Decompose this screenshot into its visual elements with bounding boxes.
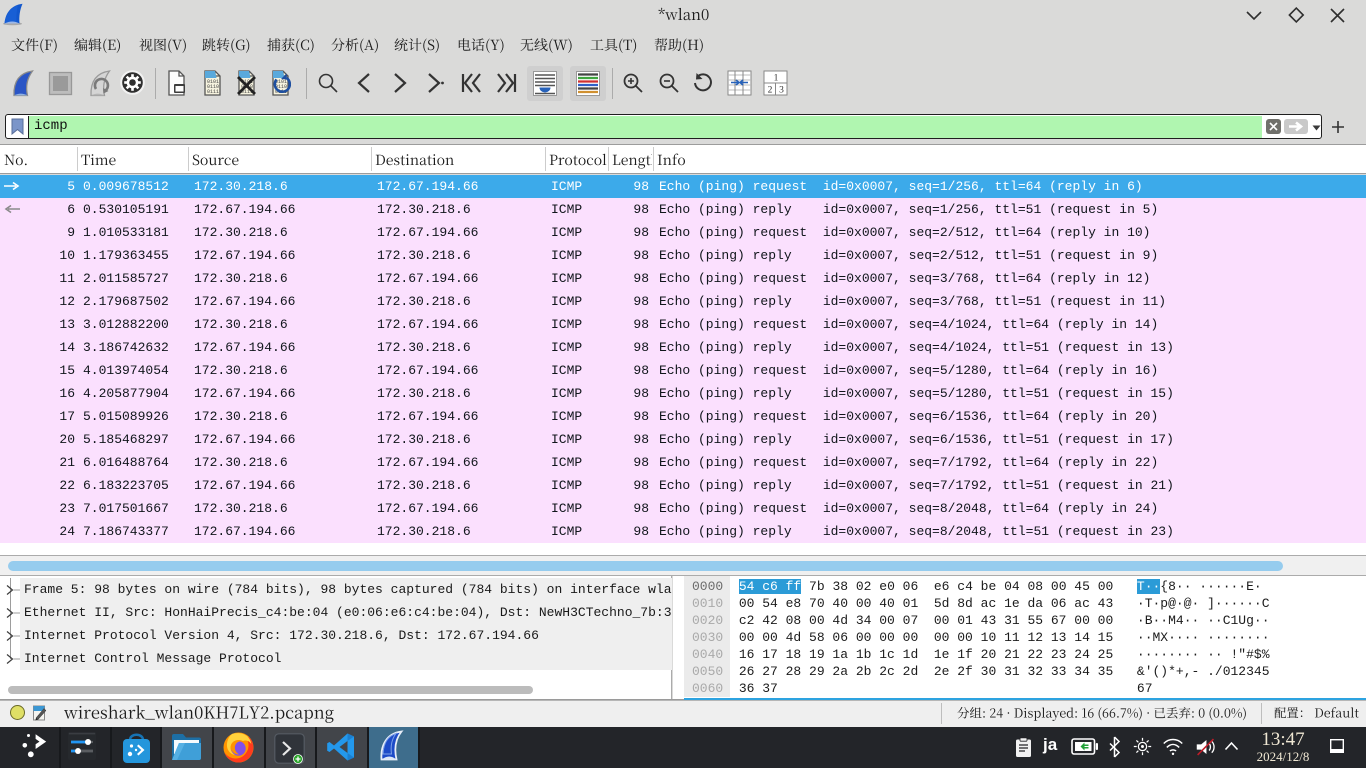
svg-text:2: 2 [768, 86, 773, 96]
svg-text:0111: 0111 [207, 89, 219, 95]
svg-text:1: 1 [774, 74, 779, 84]
svg-text:3: 3 [779, 86, 784, 96]
